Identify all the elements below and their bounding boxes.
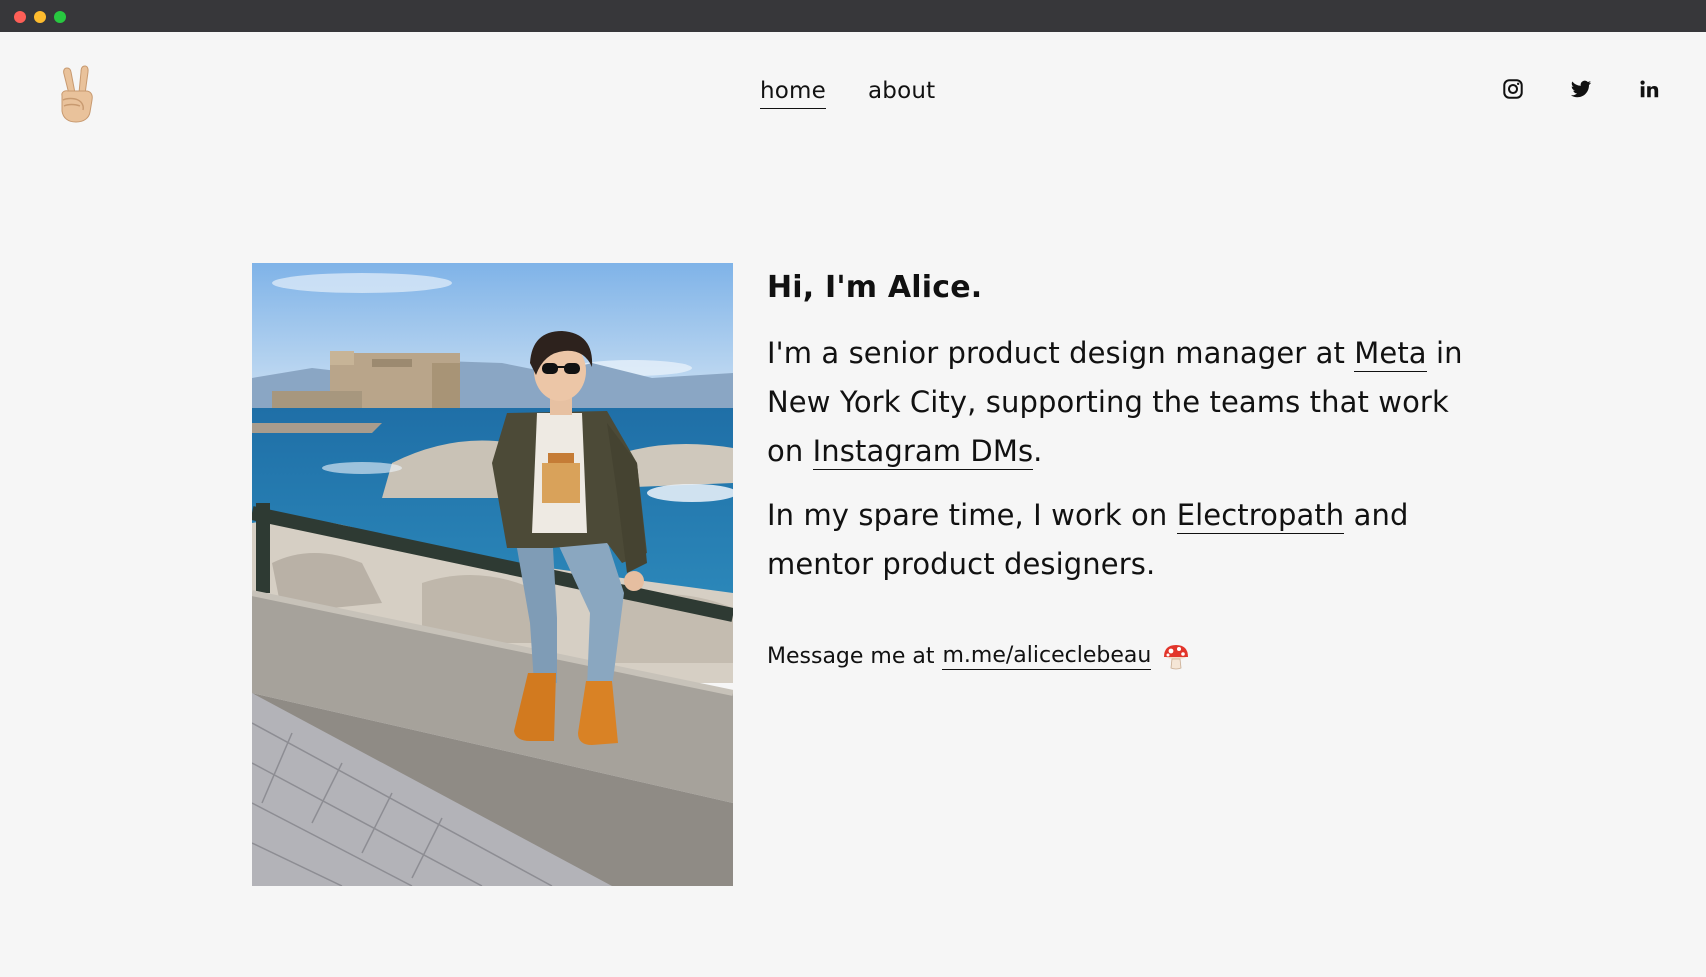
window-titlebar — [0, 0, 1706, 32]
bio-text: on — [767, 434, 813, 468]
bio-text: I'm a senior product design manager at — [767, 336, 1355, 370]
nav-about-link[interactable]: about — [868, 78, 935, 109]
bio-text: mentor product designers. — [767, 547, 1156, 581]
mushroom-icon — [1161, 641, 1191, 671]
bio-text: and — [1344, 498, 1409, 532]
contact-line: Message me at m.me/aliceclebeau — [767, 641, 1487, 671]
social-links — [1502, 78, 1660, 100]
victory-hand-icon[interactable] — [54, 64, 98, 124]
electropath-link[interactable]: Electropath — [1176, 498, 1345, 534]
bio-text: . — [1033, 434, 1043, 468]
main-nav: home about — [760, 78, 935, 109]
bio-text: In my spare time, I work on — [767, 498, 1177, 532]
maximize-window-button[interactable] — [54, 11, 66, 23]
minimize-window-button[interactable] — [34, 11, 46, 23]
instagram-dms-link[interactable]: Instagram DMs — [812, 434, 1034, 470]
meta-link[interactable]: Meta — [1354, 336, 1427, 372]
twitter-icon[interactable] — [1570, 78, 1592, 100]
close-window-button[interactable] — [14, 11, 26, 23]
instagram-icon[interactable] — [1502, 78, 1524, 100]
messenger-link[interactable]: m.me/aliceclebeau — [942, 643, 1152, 670]
bio-text: New York City, supporting the teams that… — [767, 385, 1449, 419]
bio-title: Hi, I'm Alice. — [767, 270, 983, 305]
nav-home-link[interactable]: home — [760, 78, 827, 109]
contact-prefix: Message me at — [767, 643, 935, 669]
linkedin-icon[interactable] — [1638, 78, 1660, 100]
bio-paragraph-job: I'm a senior product design manager at M… — [767, 329, 1487, 476]
page: home about Hi, I'm Alice. I'm a senior p… — [0, 32, 1706, 977]
bio-paragraph-spare-time: In my spare time, I work on Electropath … — [767, 491, 1487, 589]
profile-photo — [252, 263, 733, 886]
bio-text: in — [1426, 336, 1463, 370]
bio-section: Hi, I'm Alice. I'm a senior product desi… — [767, 268, 1487, 671]
